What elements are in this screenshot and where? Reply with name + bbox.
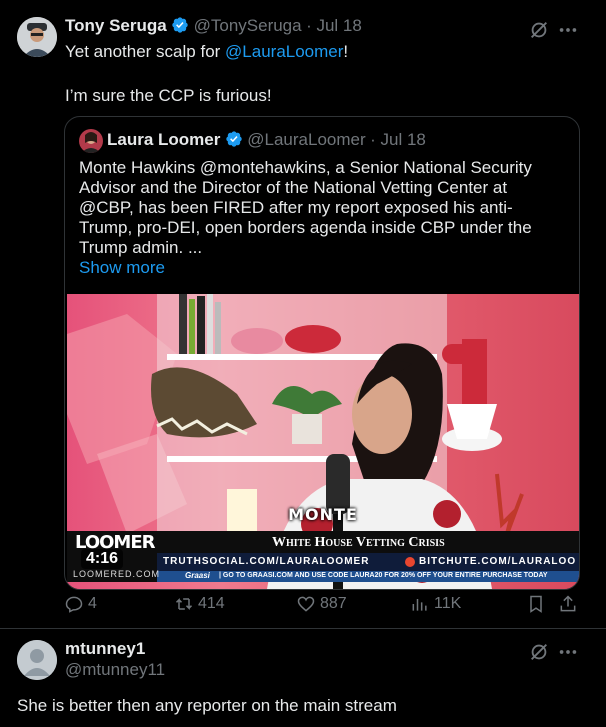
tweet-text: Yet another scalp for @LauraLoomer! I’m … <box>65 41 575 107</box>
verified-badge-icon <box>172 17 188 33</box>
quote-verified-badge-icon <box>226 131 242 147</box>
promo-text: | GO TO GRAASI.COM AND USE CODE LAURA20 … <box>219 572 548 579</box>
quote-author-handle[interactable]: @LauraLoomer <box>247 130 365 149</box>
tweet-text-prefix: Yet another scalp for <box>65 42 226 61</box>
views-count: 11K <box>434 595 462 612</box>
ticker-truthsocial: TRUTHSOCIAL.COM/LAURALOOMER <box>163 556 369 567</box>
tweet-date[interactable]: · Jul 18 <box>306 16 362 35</box>
more-options-icon[interactable] <box>557 19 579 41</box>
heart-icon <box>297 596 315 612</box>
quote-tweet-card[interactable]: Laura Loomer @LauraLoomer · Jul 18 Monte… <box>64 116 580 590</box>
reply-count: 4 <box>88 595 97 612</box>
quote-date[interactable]: · Jul 18 <box>370 130 426 149</box>
share-icon[interactable] <box>558 594 578 614</box>
tweet-divider <box>0 628 606 629</box>
mention-link[interactable]: @LauraLoomer <box>225 42 343 61</box>
show-more-link[interactable]: Show more <box>79 258 165 278</box>
like-button[interactable]: 887 <box>296 594 347 614</box>
quote-author-avatar[interactable] <box>79 129 103 153</box>
views-icon <box>412 599 427 611</box>
ticker-bitchute: BITCHUTE.COM/LAURALOO <box>419 556 577 567</box>
promo-brand: Graasi <box>185 571 210 580</box>
author-name[interactable]: Tony Seruga <box>65 16 167 35</box>
like-count: 887 <box>320 595 347 612</box>
author-handle[interactable]: @TonySeruga <box>194 16 302 35</box>
tweet-actions: 4 414 887 11K <box>64 594 580 616</box>
quote-video[interactable]: MONTE White House Vetting Crisis TRUTHSO… <box>67 294 579 589</box>
reply-text: She is better then any reporter on the m… <box>17 696 397 715</box>
views-button[interactable]: 11K <box>410 594 461 614</box>
repost-count: 414 <box>198 595 225 612</box>
video-timer: 4:16 <box>81 549 124 569</box>
headline: White House Vetting Crisis <box>272 535 445 550</box>
reply-author-avatar[interactable] <box>17 640 57 680</box>
repost-icon <box>175 598 193 610</box>
repost-button[interactable]: 414 <box>174 594 225 614</box>
reply-author-handle[interactable]: @mtunney11 <box>65 660 165 680</box>
reply-button[interactable]: 4 <box>64 594 97 614</box>
site-label: LOOMERED.COM <box>73 569 161 579</box>
reply-grok-icon[interactable] <box>528 641 550 663</box>
lower-third: White House Vetting Crisis TRUTHSOCIAL.C… <box>67 531 579 589</box>
bookmark-icon[interactable] <box>526 594 546 614</box>
quote-author-name[interactable]: Laura Loomer <box>107 130 220 149</box>
author-avatar[interactable] <box>17 17 57 57</box>
reply-icon <box>65 596 83 613</box>
grok-icon[interactable] <box>528 19 550 41</box>
reply-more-options-icon[interactable] <box>557 641 579 663</box>
ticker-left-text: TRUTHSOCIAL.COM/LAURALOOMER <box>163 556 370 567</box>
reply-author-name[interactable]: mtunney1 <box>65 639 145 659</box>
bitchute-icon <box>405 557 415 567</box>
tweet-text-line2: I’m sure the CCP is furious! <box>65 86 272 105</box>
tweet-text-suffix: ! <box>343 42 349 61</box>
name-caption: MONTE <box>288 505 358 524</box>
quote-text: Monte Hawkins @montehawkins, a Senior Na… <box>79 158 532 257</box>
